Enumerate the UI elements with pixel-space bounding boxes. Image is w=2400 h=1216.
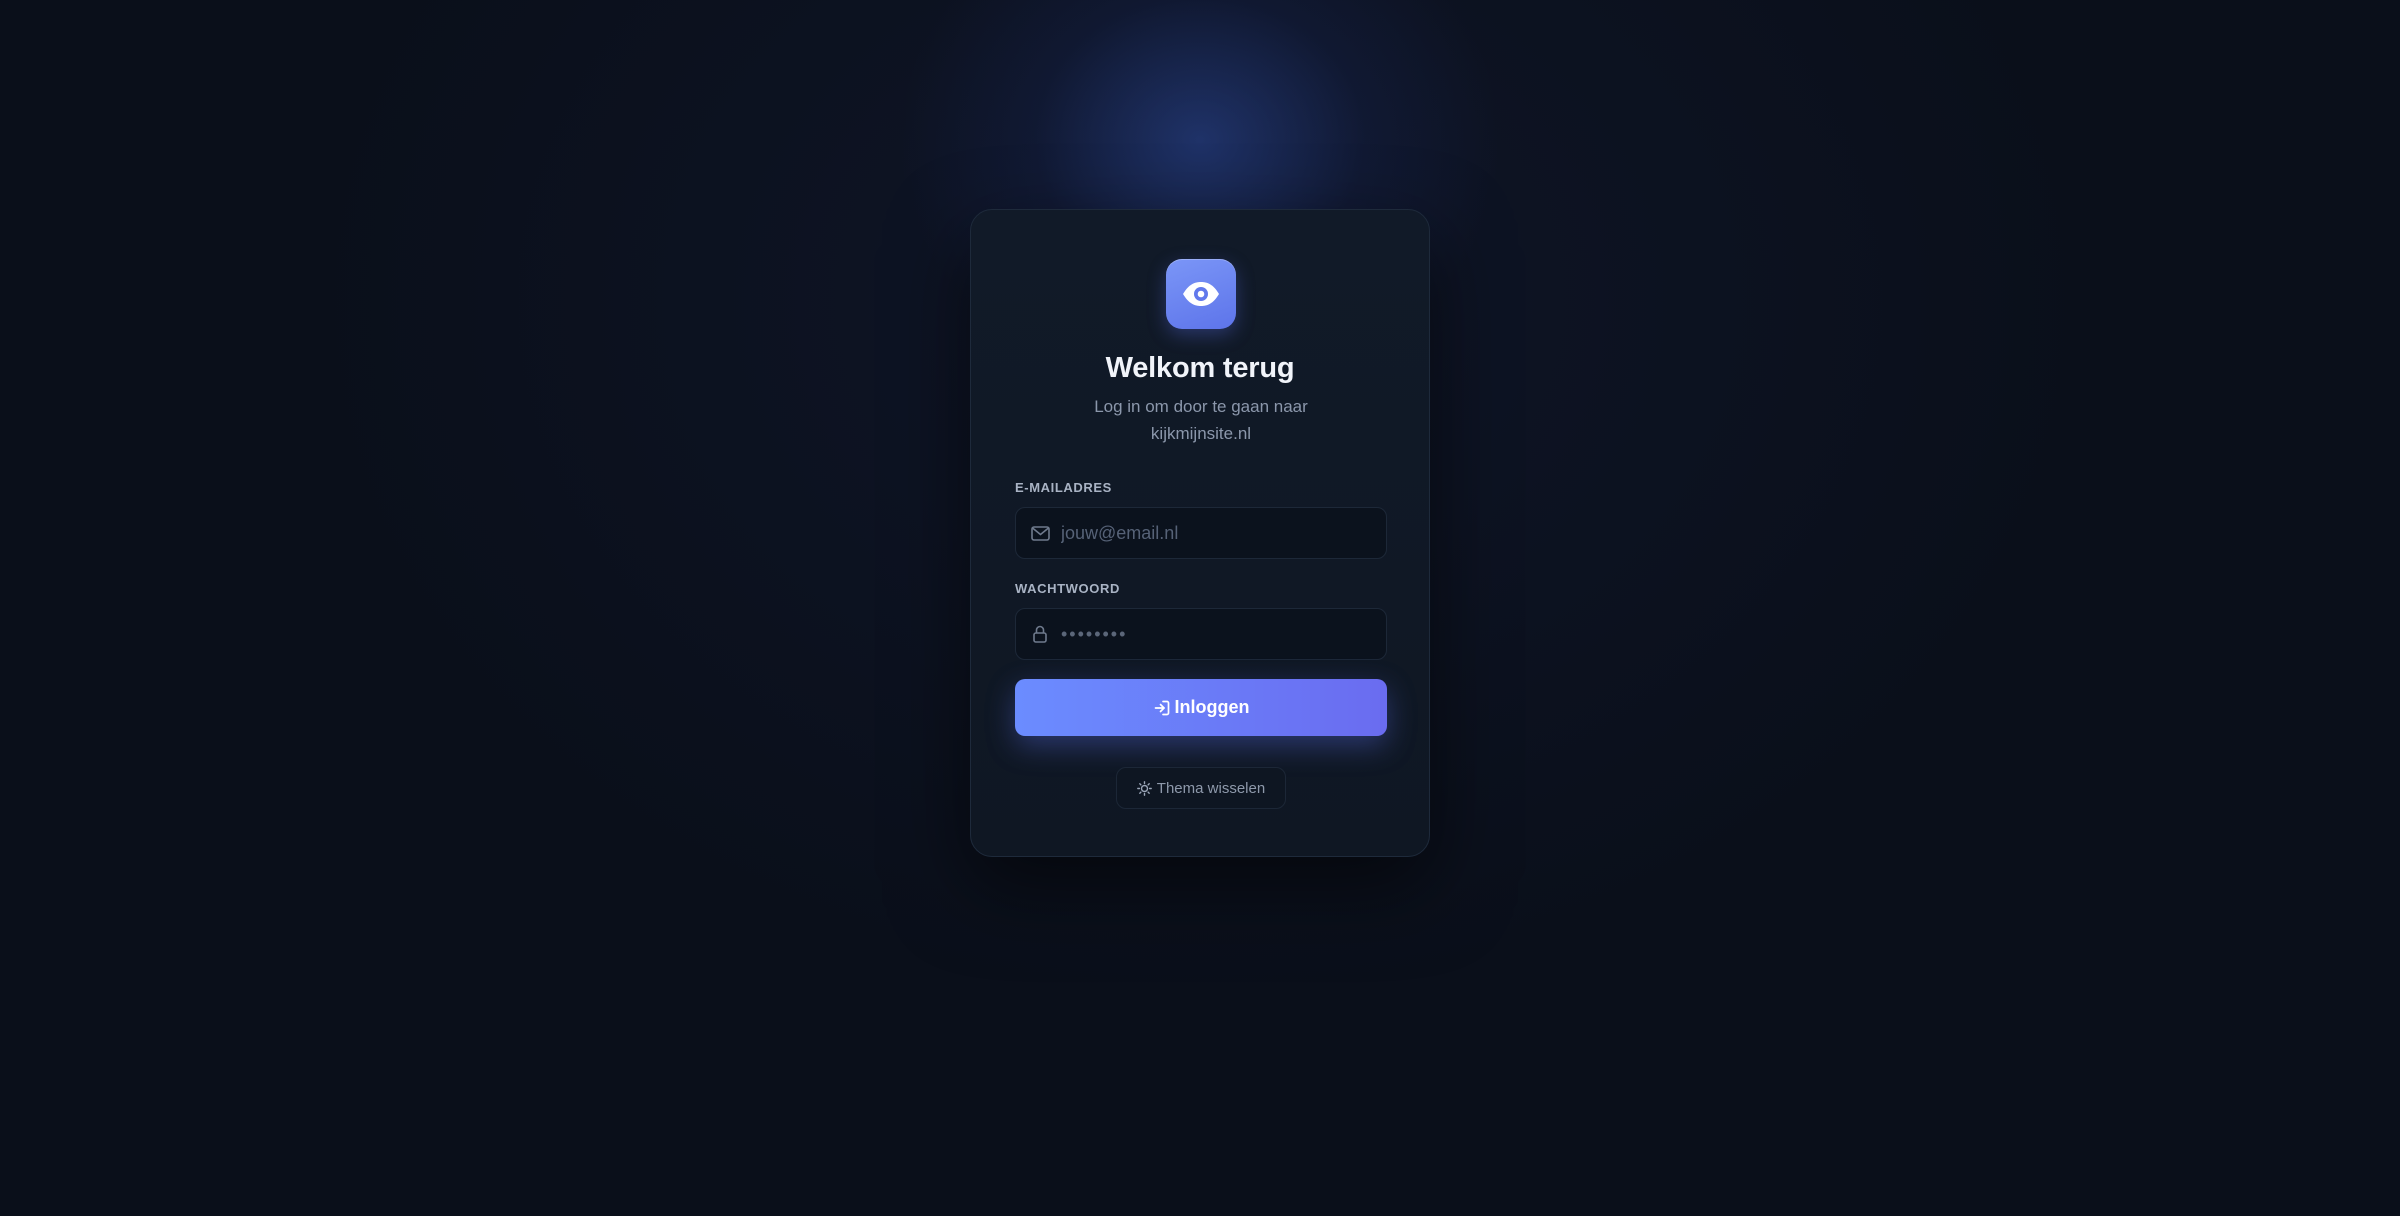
eye-icon bbox=[1181, 281, 1221, 307]
login-arrow-icon bbox=[1153, 699, 1171, 717]
theme-toggle-button[interactable]: Thema wisselen bbox=[1116, 767, 1286, 809]
password-input[interactable] bbox=[1061, 614, 1374, 654]
password-field[interactable] bbox=[1015, 608, 1387, 660]
page-subtitle: Log in om door te gaan naar kijkmijnsite… bbox=[1094, 397, 1308, 443]
sun-icon bbox=[1136, 780, 1152, 796]
theme-toggle-label: Thema wisselen bbox=[1156, 779, 1266, 797]
password-label: WACHTWOORD bbox=[1015, 581, 1120, 596]
email-label: E-MAILADRES bbox=[1015, 480, 1112, 495]
email-input[interactable] bbox=[1061, 513, 1374, 553]
email-field[interactable] bbox=[1015, 507, 1387, 559]
login-button[interactable]: Inloggen bbox=[1015, 679, 1387, 736]
mail-icon bbox=[1030, 523, 1050, 543]
login-card: Welkom terug Log in om door te gaan naar… bbox=[970, 209, 1430, 857]
login-button-label: Inloggen bbox=[1174, 697, 1250, 717]
page-title: Welkom terug bbox=[1105, 352, 1295, 384]
app-logo bbox=[1166, 259, 1236, 329]
lock-icon bbox=[1030, 624, 1050, 644]
